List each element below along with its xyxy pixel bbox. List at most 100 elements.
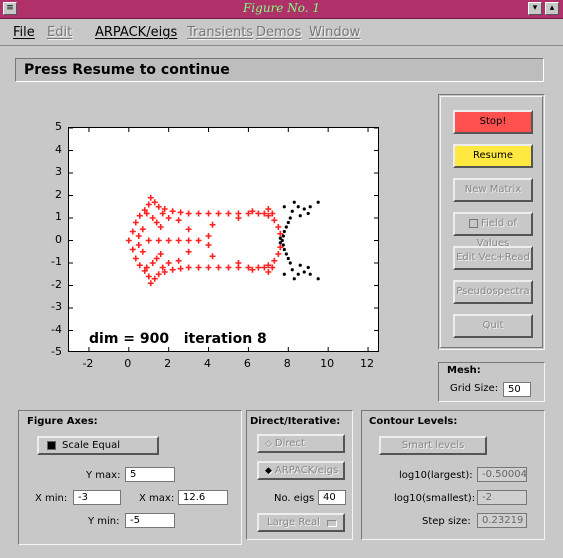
eigenvalue-point-red	[132, 255, 139, 262]
log-largest-input[interactable]: -0.50004	[477, 467, 527, 482]
menu-bar: File Edit ARPACK/eigs Transients Demos W…	[0, 19, 563, 46]
plot-iteration-text: iteration 8	[183, 331, 267, 347]
mode-dropdown[interactable]: Large Real	[257, 513, 345, 532]
eigenvalue-point-red	[151, 275, 158, 282]
ritz-value-point-black	[288, 216, 292, 220]
xmin-input[interactable]: -3	[73, 490, 121, 505]
log-smallest-label: log10(smallest):	[394, 493, 476, 504]
menu-window[interactable]: Window	[309, 25, 360, 40]
x-tick-label: 10	[320, 357, 335, 370]
direct-radio-icon: ◇	[265, 439, 272, 449]
ritz-value-point-black	[296, 272, 300, 276]
grid-size-input[interactable]: 50	[503, 382, 531, 397]
ritz-value-point-black	[308, 205, 312, 209]
scale-equal-checkbox[interactable]	[47, 440, 56, 450]
eigenvalue-point-red	[153, 219, 160, 226]
ritz-value-point-black	[308, 272, 312, 276]
pseudospectra-button[interactable]: Pseudospectra	[453, 280, 533, 304]
ritz-value-point-black	[278, 241, 282, 245]
ritz-value-point-black	[298, 214, 302, 218]
direct-radio[interactable]: ◇ Direct	[257, 434, 345, 453]
title-bar: ≡ Figure No. 1 ▾ ▴	[0, 0, 563, 19]
menu-file[interactable]: File	[13, 25, 35, 40]
eigenvalue-point-red	[129, 228, 136, 235]
quit-button[interactable]: Quit	[453, 314, 533, 338]
plot-canvas	[69, 128, 378, 351]
minimize-icon[interactable]: ▾	[528, 2, 542, 15]
x-tick-label: 12	[360, 357, 375, 370]
eigenvalue-point-red	[265, 206, 272, 212]
eigenvalue-point-red	[209, 253, 216, 260]
eigenvalue-point-red	[185, 237, 192, 244]
arpack-label: ARPACK/eigs	[274, 465, 339, 476]
eigenvalue-point-red	[155, 271, 162, 278]
num-eigs-input[interactable]: 40	[318, 490, 346, 505]
menu-edit[interactable]: Edit	[47, 25, 72, 40]
arpack-radio[interactable]: ◆ ARPACK/eigs	[257, 461, 345, 480]
eigenvalue-point-red	[147, 280, 154, 287]
eigenvalue-point-red	[255, 210, 262, 217]
menu-arpack[interactable]: ARPACK/eigs	[95, 25, 177, 40]
resume-button[interactable]: Resume	[453, 144, 533, 168]
menu-demos[interactable]: Demos	[256, 25, 301, 40]
field-of-values-button[interactable]: Field of Values	[453, 212, 533, 249]
eigenvalue-point-red	[165, 237, 172, 244]
x-tick-label: 2	[164, 357, 172, 370]
plot-annotation: dim = 900 iteration 8	[89, 331, 267, 347]
eigenvalue-point-red	[225, 210, 232, 217]
eigenvalue-point-red	[175, 237, 182, 244]
grid-size-label: Grid Size:	[450, 383, 499, 394]
eigenvalue-point-red	[235, 260, 242, 266]
step-size-input[interactable]: 0.23219	[477, 513, 527, 528]
ymin-input[interactable]: -5	[125, 513, 175, 528]
ymax-input[interactable]: 5	[125, 467, 175, 482]
ritz-value-point-black	[281, 234, 285, 238]
ritz-value-point-black	[286, 220, 290, 225]
field-of-values-checkbox[interactable]	[469, 218, 479, 228]
ritz-value-point-black	[284, 252, 288, 256]
direct-label: Direct	[274, 438, 305, 449]
y-tick-label: -4	[51, 322, 62, 336]
eigenvalue-point-red	[155, 203, 162, 210]
ritz-value-point-black	[316, 200, 320, 204]
eigenvalue-point-red	[195, 264, 202, 271]
ritz-value-point-black	[306, 265, 310, 270]
maximize-icon[interactable]: ▴	[545, 2, 559, 15]
ritz-value-point-black	[282, 205, 286, 209]
scale-equal-toggle[interactable]: Scale Equal	[37, 436, 159, 455]
log-smallest-input[interactable]: -2	[477, 490, 527, 505]
eigenvalue-point-red	[136, 262, 143, 269]
y-tick-label: -1	[51, 255, 62, 268]
smart-levels-button[interactable]: Smart levels	[379, 436, 487, 455]
edit-vec-button[interactable]: Edit Vec+Read	[453, 246, 533, 270]
ritz-value-point-black	[302, 270, 306, 274]
num-eigs-label: No. eigs	[274, 493, 315, 504]
eigenvalue-point-red	[185, 226, 192, 233]
y-tick-label: 5	[55, 120, 62, 133]
x-tick-label: 4	[204, 357, 212, 370]
y-tick-label: 0	[55, 232, 62, 246]
ritz-value-point-black	[290, 209, 294, 213]
plot-dim-text: dim = 900	[89, 331, 170, 347]
mesh-title: Mesh:	[447, 365, 481, 376]
status-message-box: Press Resume to continue	[15, 58, 544, 82]
ritz-value-point-black	[281, 243, 285, 247]
eigenvalue-point-red	[215, 264, 222, 271]
eigenvalue-point-red	[265, 269, 272, 275]
eigenvalue-point-red	[271, 217, 278, 224]
menu-transients[interactable]: Transients	[187, 25, 253, 40]
ritz-value-point-black	[284, 225, 288, 229]
direct-iterative-title: Direct/Iterative:	[250, 416, 341, 427]
eigenvalue-point-red	[145, 201, 152, 208]
stop-button[interactable]: Stop!	[453, 110, 533, 134]
ymax-label: Y max:	[86, 470, 121, 481]
eigenvalue-point-red	[147, 194, 154, 201]
y-tick-label: 2	[55, 187, 62, 201]
eigenvalue-point-red	[153, 255, 160, 262]
eigenvalue-point-red	[157, 251, 164, 257]
y-tick-label: 3	[55, 165, 62, 178]
new-matrix-button[interactable]: New Matrix	[453, 178, 533, 202]
x-tick-label: 8	[283, 357, 291, 370]
xmax-input[interactable]: 12.6	[178, 490, 228, 505]
eigenvalue-point-red	[195, 210, 202, 217]
